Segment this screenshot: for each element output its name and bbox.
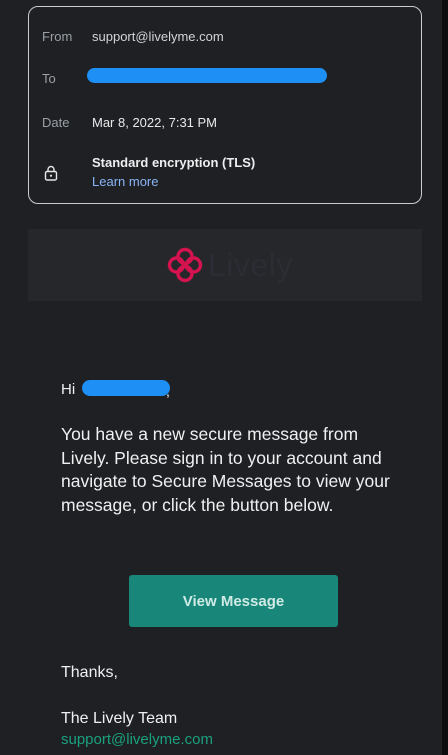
lively-logo-icon [167, 247, 203, 283]
email-view: From support@livelyme.com To Date Mar 8,… [0, 0, 448, 755]
date-value: Mar 8, 2022, 7:31 PM [92, 115, 218, 130]
from-label: From [42, 29, 73, 44]
redacted-recipient [87, 68, 327, 83]
message-text: You have a new secure message from Livel… [61, 424, 390, 515]
learn-more-link[interactable]: Learn more [92, 174, 158, 189]
lively-banner: Lively [28, 229, 422, 301]
lively-logo: Lively [165, 245, 293, 285]
signoff-text: The Lively Team [61, 710, 178, 727]
view-message-button[interactable]: View Message [129, 575, 338, 627]
logo-wordmark: Lively [208, 246, 293, 283]
to-label: To [42, 71, 56, 86]
lock-icon [44, 165, 58, 181]
from-value[interactable]: support@livelyme.com [92, 29, 224, 44]
greeting: Hi [61, 381, 76, 398]
support-email-link[interactable]: support@livelyme.com [61, 731, 213, 748]
screen-edge [442, 0, 448, 755]
encryption-title: Standard encryption (TLS) [92, 155, 256, 170]
greeting-comma: , [166, 383, 170, 399]
date-label: Date [42, 115, 70, 130]
email-details-card: From support@livelyme.com To Date Mar 8,… [28, 6, 422, 204]
thanks-text: Thanks, [61, 664, 118, 681]
redacted-name [82, 380, 170, 396]
